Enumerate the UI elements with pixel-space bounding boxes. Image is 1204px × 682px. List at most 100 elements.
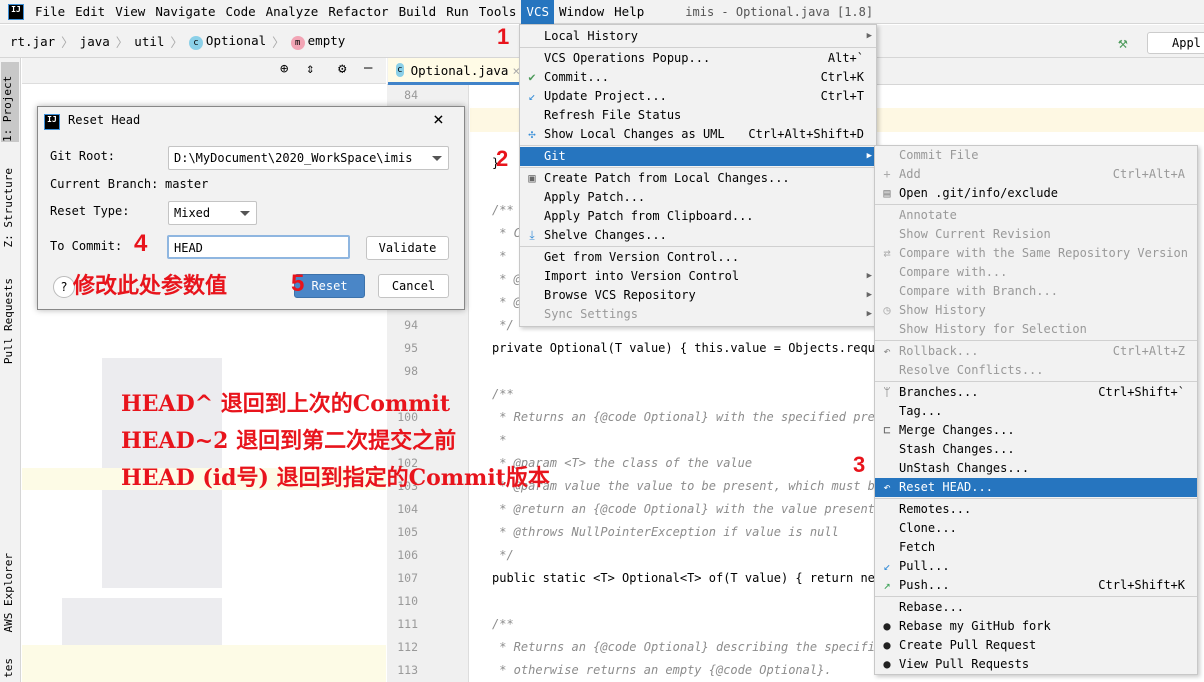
menu-item-label: UnStash Changes...	[899, 461, 1030, 475]
menu-vcs[interactable]: VCS	[521, 0, 554, 24]
menu-item-label: Sync Settings	[544, 307, 638, 321]
tool-pull-requests[interactable]: Pull Requests	[2, 278, 15, 364]
menu-window[interactable]: Window	[554, 0, 609, 24]
tool-aws-explorer[interactable]: AWS Explorer	[2, 553, 15, 632]
menu-item-compare-with-branch[interactable]: Compare with Branch...	[875, 282, 1197, 301]
vcs-menu: Local History ▶ VCS Operations Popup... Alt…	[519, 24, 877, 327]
reset-type-select[interactable]: Mixed	[168, 201, 257, 225]
annotation-modify: 修改此处参数值	[73, 273, 228, 299]
collapse-icon[interactable]: ⇕	[306, 61, 314, 77]
shortcut: Alt+`	[827, 51, 864, 65]
code-line: /**	[492, 203, 514, 217]
crumb-class[interactable]: c Optional	[188, 32, 267, 50]
menu-item-shelve-changes[interactable]: ⤓ Shelve Changes...	[520, 226, 876, 245]
validate-button[interactable]: Validate	[366, 236, 449, 260]
menu-item-label: Show History	[899, 303, 986, 317]
menu-item-compare-with-the-same-repository-version[interactable]: ⇄ Compare with the Same Repository Versio…	[875, 244, 1197, 263]
menu-item-get-from-version-control[interactable]: Get from Version Control...	[520, 248, 876, 267]
menu-item-label: Shelve Changes...	[544, 228, 667, 242]
menu-item-sync-settings[interactable]: Sync Settings ▶	[520, 305, 876, 324]
menu-item-unstash-changes[interactable]: UnStash Changes...	[875, 459, 1197, 478]
crumb-method[interactable]: m empty	[290, 32, 346, 50]
to-commit-input[interactable]: HEAD	[167, 235, 350, 259]
close-icon[interactable]: ×	[433, 109, 444, 130]
build-hammer-icon[interactable]: ⚒	[1118, 33, 1128, 52]
menu-item-rebase[interactable]: Rebase...	[875, 598, 1197, 617]
menu-item-local-history[interactable]: Local History ▶	[520, 27, 876, 46]
menu-code[interactable]: Code	[221, 0, 261, 24]
menu-item-rebase-my-github-fork[interactable]: ● Rebase my GitHub fork	[875, 617, 1197, 636]
menu-item-tag[interactable]: Tag...	[875, 402, 1197, 421]
menu-run[interactable]: Run	[441, 0, 474, 24]
menu-item-remotes[interactable]: Remotes...	[875, 500, 1197, 519]
menu-item-branches[interactable]: ᛘ Branches... Ctrl+Shift+`	[875, 383, 1197, 402]
menu-item-reset-head[interactable]: ↶ Reset HEAD...	[875, 478, 1197, 497]
locate-icon[interactable]: ⊕	[280, 61, 288, 77]
menu-item-commit-file[interactable]: Commit File	[875, 146, 1197, 165]
menu-item-view-pull-requests[interactable]: ● View Pull Requests	[875, 655, 1197, 674]
menu-item-apply-patch-from-clipboard[interactable]: Apply Patch from Clipboard...	[520, 207, 876, 226]
menu-item-create-pull-request[interactable]: ● Create Pull Request	[875, 636, 1197, 655]
menu-item-git[interactable]: Git ▶	[520, 147, 876, 166]
menu-item-push[interactable]: ↗ Push... Ctrl+Shift+K	[875, 576, 1197, 595]
menu-item-label: VCS Operations Popup...	[544, 51, 711, 65]
menu-item-compare-with[interactable]: Compare with...	[875, 263, 1197, 282]
menu-item-show-local-changes-as-uml[interactable]: ✣ Show Local Changes as UML Ctrl+Alt+Shift…	[520, 125, 876, 144]
menu-item-browse-vcs-repository[interactable]: Browse VCS Repository ▶	[520, 286, 876, 305]
menu-item-commit[interactable]: ✔ Commit... Ctrl+K	[520, 68, 876, 87]
code-line: * @param value the value to be present, …	[492, 479, 883, 493]
menu-item-merge-changes[interactable]: ⊏ Merge Changes...	[875, 421, 1197, 440]
menu-item-show-history-for-selection[interactable]: Show History for Selection	[875, 320, 1197, 339]
tab-optional-java[interactable]: c Optional.java ×	[388, 58, 520, 85]
reset-button[interactable]: Reset	[294, 274, 365, 298]
crumb-rtjar[interactable]: rt.jar	[10, 34, 55, 49]
cancel-button[interactable]: Cancel	[378, 274, 449, 298]
help-icon[interactable]: ?	[53, 276, 75, 298]
crumb-class-label: Optional	[205, 32, 267, 48]
chevron-down-icon	[432, 156, 442, 166]
menu-navigate[interactable]: Navigate	[150, 0, 220, 24]
menu-item-annotate[interactable]: Annotate	[875, 206, 1197, 225]
menu-separator	[875, 204, 1197, 205]
menu-tools[interactable]: Tools	[474, 0, 522, 24]
menu-edit[interactable]: Edit	[70, 0, 110, 24]
menu-item-add[interactable]: + Add Ctrl+Alt+A	[875, 165, 1197, 184]
crumb-util[interactable]: util	[134, 34, 164, 49]
menu-item-clone[interactable]: Clone...	[875, 519, 1197, 538]
menu-item-rollback[interactable]: ↶ Rollback... Ctrl+Alt+Z	[875, 342, 1197, 361]
menu-item-resolve-conflicts[interactable]: Resolve Conflicts...	[875, 361, 1197, 380]
menu-item-fetch[interactable]: Fetch	[875, 538, 1197, 557]
tool-structure[interactable]: Z: Structure	[2, 168, 15, 247]
menu-item-show-history[interactable]: ◷ Show History	[875, 301, 1197, 320]
menu-item-import-into-version-control[interactable]: Import into Version Control ▶	[520, 267, 876, 286]
dialog-title: Reset Head	[68, 113, 141, 127]
minimize-icon[interactable]: —	[364, 60, 372, 76]
menu-item-label: Rollback...	[899, 344, 979, 358]
menu-analyze[interactable]: Analyze	[261, 0, 324, 24]
tool-todo[interactable]: tes	[2, 658, 15, 678]
menu-item-apply-patch[interactable]: Apply Patch...	[520, 188, 876, 207]
menu-item-stash-changes[interactable]: Stash Changes...	[875, 440, 1197, 459]
gear-icon[interactable]: ⚙	[338, 61, 346, 77]
menu-item-refresh-file-status[interactable]: Refresh File Status	[520, 106, 876, 125]
menu-item-create-patch-from-local-changes[interactable]: ▣ Create Patch from Local Changes...	[520, 169, 876, 188]
menu-item-open-git-info-exclude[interactable]: ▤ Open .git/info/exclude	[875, 184, 1197, 203]
crumb-method-label: empty	[307, 32, 346, 48]
plus-icon: +	[883, 167, 891, 181]
run-config-select[interactable]: Appl	[1147, 32, 1204, 54]
git-root-select[interactable]: D:\MyDocument\2020_WorkSpace\imis	[168, 146, 449, 170]
shortcut: Ctrl+Alt+A	[1112, 167, 1185, 181]
method-icon: m	[290, 35, 305, 50]
menu-view[interactable]: View	[110, 0, 150, 24]
menu-item-pull[interactable]: ↙ Pull...	[875, 557, 1197, 576]
menu-build[interactable]: Build	[394, 0, 442, 24]
menu-item-vcs-operations-popup[interactable]: VCS Operations Popup... Alt+`	[520, 49, 876, 68]
tool-project[interactable]: 1: Project	[1, 62, 19, 142]
crumb-java[interactable]: java	[80, 34, 110, 49]
menu-item-update-project[interactable]: ↙ Update Project... Ctrl+T	[520, 87, 876, 106]
menu-help[interactable]: Help	[609, 0, 649, 24]
menu-item-label: Push...	[899, 578, 950, 592]
menu-refactor[interactable]: Refactor	[323, 0, 393, 24]
menu-item-show-current-revision[interactable]: Show Current Revision	[875, 225, 1197, 244]
menu-file[interactable]: File	[30, 0, 70, 24]
